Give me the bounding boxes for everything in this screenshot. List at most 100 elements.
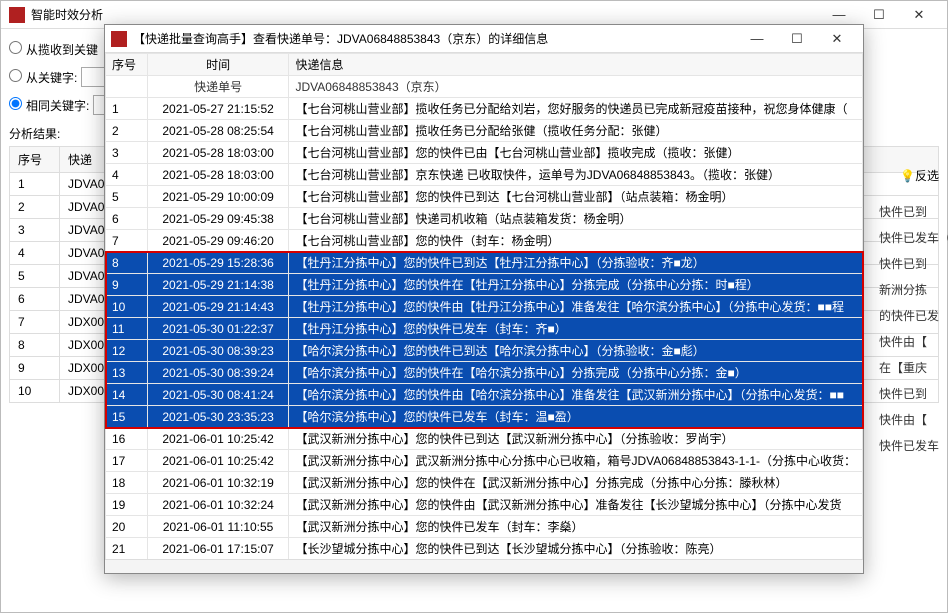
detail-titlebar[interactable]: 【快递批量查询高手】查看快递单号：JDVA06848853843（京东）的详细信… [105, 25, 863, 53]
table-row[interactable]: 102021-05-29 21:14:43【牡丹江分拣中心】您的快件由【牡丹江分… [106, 296, 863, 318]
cell-seq: 5 [106, 186, 148, 208]
cell-seq: 9 [106, 274, 148, 296]
cell-info: 【七台河桃山营业部】揽收任务已分配给张健（揽收任务分配：张健） [289, 120, 863, 142]
table-row[interactable]: 32021-05-28 18:03:00【七台河桃山营业部】您的快件已由【七台河… [106, 142, 863, 164]
row-tail: 的快件已发 [879, 303, 947, 329]
row-tail: 在【重庆 [879, 355, 947, 381]
table-row[interactable]: 12021-05-27 21:15:52【七台河桃山营业部】揽收任务已分配给刘岩… [106, 98, 863, 120]
cell-seq: 14 [106, 384, 148, 406]
cell-info: 【七台河桃山营业部】您的快件（封车：杨金明） [289, 230, 863, 252]
horizontal-scrollbar[interactable] [105, 559, 863, 573]
cell-time: 2021-05-27 21:15:52 [147, 98, 289, 120]
cell-info: 【牡丹江分拣中心】您的快件已到达【牡丹江分拣中心】（分拣验收：齐■龙） [289, 252, 863, 274]
row-tail: 快件由【 [879, 407, 947, 433]
cell-seq: 20 [106, 516, 148, 538]
cell-seq: 4 [106, 164, 148, 186]
cell-time: 2021-06-01 10:32:24 [147, 494, 289, 516]
table-row[interactable]: 202021-06-01 11:10:55【武汉新洲分拣中心】您的快件已发车（封… [106, 516, 863, 538]
cell-time: 2021-06-01 10:32:19 [147, 472, 289, 494]
cell-seq: 16 [106, 428, 148, 450]
maximize-button[interactable]: ☐ [859, 2, 899, 28]
table-row[interactable]: 22021-05-28 08:25:54【七台河桃山营业部】揽收任务已分配给张健… [106, 120, 863, 142]
cell-info: 【哈尔滨分拣中心】您的快件由【哈尔滨分拣中心】准备发往【武汉新洲分拣中心】（分拣… [289, 384, 863, 406]
close-button[interactable]: ✕ [899, 2, 939, 28]
table-row[interactable]: 132021-05-30 08:39:24【哈尔滨分拣中心】您的快件在【哈尔滨分… [106, 362, 863, 384]
bulb-icon: 💡 [900, 169, 915, 183]
col-seq[interactable]: 序号 [10, 147, 60, 173]
table-row[interactable]: 42021-05-28 18:03:00【七台河桃山营业部】京东快递 已收取快件… [106, 164, 863, 186]
table-row[interactable]: 212021-06-01 17:15:07【长沙望城分拣中心】您的快件已到达【长… [106, 538, 863, 560]
cell-time: 2021-05-28 18:03:00 [147, 164, 289, 186]
cell-time: 2021-05-28 08:25:54 [147, 120, 289, 142]
table-row[interactable]: 162021-06-01 10:25:42【武汉新洲分拣中心】您的快件已到达【武… [106, 428, 863, 450]
cell-time: 2021-06-01 10:25:42 [147, 428, 289, 450]
radio-option-1[interactable]: 从揽收到关键 [9, 41, 98, 58]
cell-info: 【七台河桃山营业部】揽收任务已分配给刘岩，您好服务的快递员已完成新冠疫苗接种，祝… [289, 98, 863, 120]
cell-time: 2021-06-01 10:25:42 [147, 450, 289, 472]
table-row[interactable]: 182021-06-01 10:32:19【武汉新洲分拣中心】您的快件在【武汉新… [106, 472, 863, 494]
table-row[interactable]: 62021-05-29 09:45:38【七台河桃山营业部】快递司机收箱（站点装… [106, 208, 863, 230]
cell-seq: 11 [106, 318, 148, 340]
table-row[interactable]: 172021-06-01 10:25:42【武汉新洲分拣中心】武汉新洲分拣中心分… [106, 450, 863, 472]
cell-info: 【武汉新洲分拣中心】您的快件在【武汉新洲分拣中心】分拣完成（分拣中心分拣：滕秋林… [289, 472, 863, 494]
cell-time: 2021-06-01 11:10:55 [147, 516, 289, 538]
cell-info: 【哈尔滨分拣中心】您的快件在【哈尔滨分拣中心】分拣完成（分拣中心分拣：金■） [289, 362, 863, 384]
cell-time: 2021-05-28 18:03:00 [147, 142, 289, 164]
cell-seq: 13 [106, 362, 148, 384]
reverse-select-button[interactable]: 💡反选 [900, 167, 939, 184]
cell-time: 2021-05-29 10:00:09 [147, 186, 289, 208]
table-row[interactable]: 192021-06-01 10:32:24【武汉新洲分拣中心】您的快件由【武汉新… [106, 494, 863, 516]
cell-time: 2021-05-29 21:14:43 [147, 296, 289, 318]
cell-seq: 15 [106, 406, 148, 428]
cell-info: 【七台河桃山营业部】您的快件已由【七台河桃山营业部】揽收完成（揽收：张健） [289, 142, 863, 164]
cell-seq: 18 [106, 472, 148, 494]
detail-grid[interactable]: 序号 时间 快递信息 快递单号 JDVA06848853843（京东） 1202… [105, 53, 863, 573]
cell-seq: 8 [106, 252, 148, 274]
cell-info: 【武汉新洲分拣中心】武汉新洲分拣中心分拣中心已收箱，箱号JDVA06848853… [289, 450, 863, 472]
table-row[interactable]: 72021-05-29 09:46:20【七台河桃山营业部】您的快件（封车：杨金… [106, 230, 863, 252]
cell-time: 2021-05-29 09:45:38 [147, 208, 289, 230]
cell-info: 【哈尔滨分拣中心】您的快件已发车（封车：温■盈） [289, 406, 863, 428]
minimize-button[interactable]: — [737, 26, 777, 52]
cell-info: 【武汉新洲分拣中心】您的快件由【武汉新洲分拣中心】准备发往【长沙望城分拣中心】（… [289, 494, 863, 516]
cell-time: 2021-05-30 08:41:24 [147, 384, 289, 406]
app-icon [9, 7, 25, 23]
cell-time: 2021-06-01 17:15:07 [147, 538, 289, 560]
radio-option-2[interactable]: 从关键字: [9, 69, 77, 86]
cell-seq: 17 [106, 450, 148, 472]
row-tail: 新洲分拣 [879, 277, 947, 303]
table-row[interactable]: 82021-05-29 15:28:36【牡丹江分拣中心】您的快件已到达【牡丹江… [106, 252, 863, 274]
cell-time: 2021-05-29 21:14:38 [147, 274, 289, 296]
radio-option-3[interactable]: 相同关键字: [9, 97, 89, 114]
maximize-button[interactable]: ☐ [777, 26, 817, 52]
cell-seq: 7 [106, 230, 148, 252]
cell-seq: 12 [106, 340, 148, 362]
cell-time: 2021-05-30 08:39:24 [147, 362, 289, 384]
cell-time: 2021-05-29 09:46:20 [147, 230, 289, 252]
cell-time: 2021-05-30 23:35:23 [147, 406, 289, 428]
outer-title-text: 智能时效分析 [31, 6, 819, 23]
row-tail: 快件由【 [879, 329, 947, 355]
table-row[interactable]: 152021-05-30 23:35:23【哈尔滨分拣中心】您的快件已发车（封车… [106, 406, 863, 428]
cell-time: 2021-05-30 08:39:23 [147, 340, 289, 362]
cell-info: 【武汉新洲分拣中心】您的快件已到达【武汉新洲分拣中心】（分拣验收：罗尚宇） [289, 428, 863, 450]
row-tail: 快件已到 [879, 381, 947, 407]
col-time[interactable]: 时间 [147, 54, 289, 76]
sub-info: JDVA06848853843（京东） [289, 76, 863, 98]
detail-window: 【快递批量查询高手】查看快递单号：JDVA06848853843（京东）的详细信… [104, 24, 864, 574]
col-seq[interactable]: 序号 [106, 54, 148, 76]
table-row[interactable]: 142021-05-30 08:41:24【哈尔滨分拣中心】您的快件由【哈尔滨分… [106, 384, 863, 406]
table-row[interactable]: 92021-05-29 21:14:38【牡丹江分拣中心】您的快件在【牡丹江分拣… [106, 274, 863, 296]
table-row[interactable]: 52021-05-29 10:00:09【七台河桃山营业部】您的快件已到达【七台… [106, 186, 863, 208]
close-button[interactable]: ✕ [817, 26, 857, 52]
table-row[interactable]: 112021-05-30 01:22:37【牡丹江分拣中心】您的快件已发车（封车… [106, 318, 863, 340]
cell-seq: 1 [106, 98, 148, 120]
table-row[interactable]: 122021-05-30 08:39:23【哈尔滨分拣中心】您的快件已到达【哈尔… [106, 340, 863, 362]
col-info[interactable]: 快递信息 [289, 54, 863, 76]
row-tail: 快件已到 [879, 199, 947, 225]
row-tail: 快件已到 [879, 251, 947, 277]
cell-info: 【七台河桃山营业部】快递司机收箱（站点装箱发货：杨金明） [289, 208, 863, 230]
detail-grid-wrap[interactable]: 序号 时间 快递信息 快递单号 JDVA06848853843（京东） 1202… [105, 53, 863, 573]
app-icon [111, 31, 127, 47]
cell-info: 【牡丹江分拣中心】您的快件在【牡丹江分拣中心】分拣完成（分拣中心分拣：时■程） [289, 274, 863, 296]
